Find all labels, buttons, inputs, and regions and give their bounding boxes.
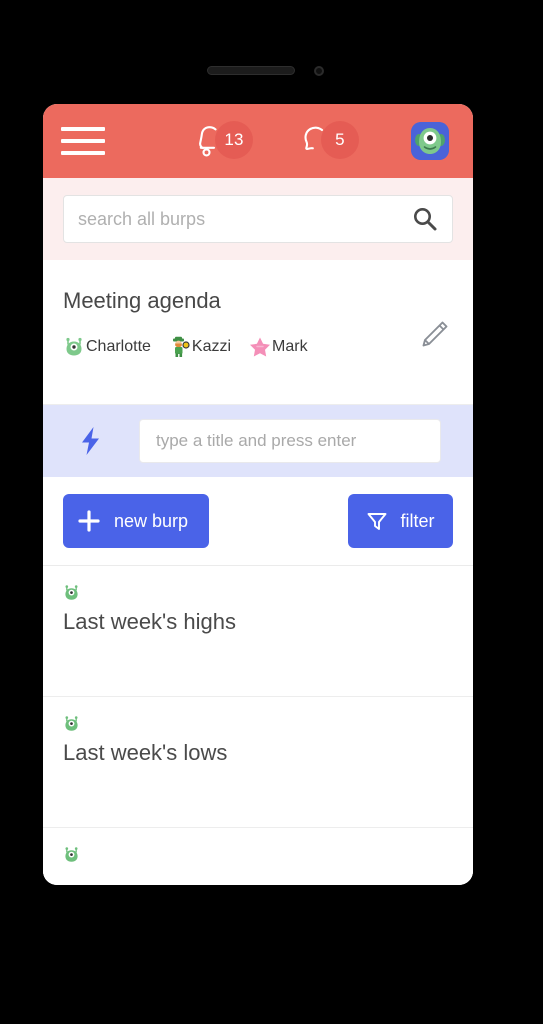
search-icon[interactable] — [412, 206, 438, 232]
agenda-participants: Charlotte Kazzi Mark — [63, 336, 453, 358]
messages-button[interactable]: 5 — [301, 118, 363, 164]
green-monster-icon — [65, 716, 78, 731]
burp-list: Last week's highs Last week's lows — [43, 566, 473, 885]
participant[interactable]: Charlotte — [63, 336, 151, 358]
pink-star-icon — [250, 337, 271, 357]
green-monster-icon — [65, 585, 78, 600]
new-burp-button[interactable]: new burp — [63, 494, 209, 548]
quick-add-input-wrap[interactable] — [139, 419, 441, 463]
list-item[interactable]: Last week's lows — [43, 697, 473, 828]
phone-mockup: 13 5 search all burps Meeting agenda Cha… — [0, 0, 543, 1024]
plus-icon — [78, 510, 100, 532]
earpiece-speaker-icon — [207, 66, 295, 75]
front-camera-icon — [314, 66, 324, 76]
search-input[interactable] — [78, 208, 412, 230]
participant[interactable]: Mark — [249, 336, 308, 358]
green-monster-icon — [65, 847, 78, 862]
notifications-button[interactable]: 13 — [195, 118, 257, 164]
participant-name: Mark — [272, 338, 308, 355]
hamburger-menu-icon[interactable] — [61, 124, 105, 158]
new-burp-label: new burp — [113, 510, 189, 531]
filter-label: filter — [400, 510, 435, 531]
search-box[interactable] — [63, 195, 453, 243]
participant-name: Charlotte — [86, 338, 151, 355]
message-count: 5 — [335, 130, 345, 149]
list-item[interactable] — [43, 828, 473, 885]
message-badge: 5 — [321, 121, 359, 159]
funnel-icon — [368, 513, 387, 530]
participant[interactable]: Kazzi — [169, 336, 231, 358]
agenda-title: Meeting agenda — [63, 288, 221, 313]
list-item-title: Last week's lows — [63, 740, 228, 765]
leprechaun-icon — [172, 336, 190, 357]
app-header: 13 5 — [43, 104, 473, 178]
list-item[interactable]: Last week's highs — [43, 566, 473, 697]
participant-name: Kazzi — [191, 338, 232, 355]
lightning-bolt-icon[interactable] — [79, 426, 103, 456]
filter-button[interactable]: filter — [348, 494, 453, 548]
pencil-icon — [422, 321, 448, 347]
search-band — [43, 178, 473, 260]
app-screen: 13 5 search all burps Meeting agenda Cha… — [43, 104, 473, 885]
green-monster-icon — [66, 337, 82, 356]
quick-add-band — [43, 405, 473, 477]
list-item-title: Last week's highs — [63, 609, 236, 634]
monster-avatar-icon — [411, 122, 449, 160]
avatar[interactable] — [411, 122, 449, 160]
quick-add-input[interactable] — [156, 431, 424, 451]
notification-badge: 13 — [215, 121, 253, 159]
edit-pencil-button[interactable] — [417, 318, 451, 352]
agenda-card[interactable]: Meeting agenda Charlotte Kazzi Mark — [43, 260, 473, 405]
action-bar: new burp filter — [43, 477, 473, 566]
notification-count: 13 — [224, 130, 244, 149]
